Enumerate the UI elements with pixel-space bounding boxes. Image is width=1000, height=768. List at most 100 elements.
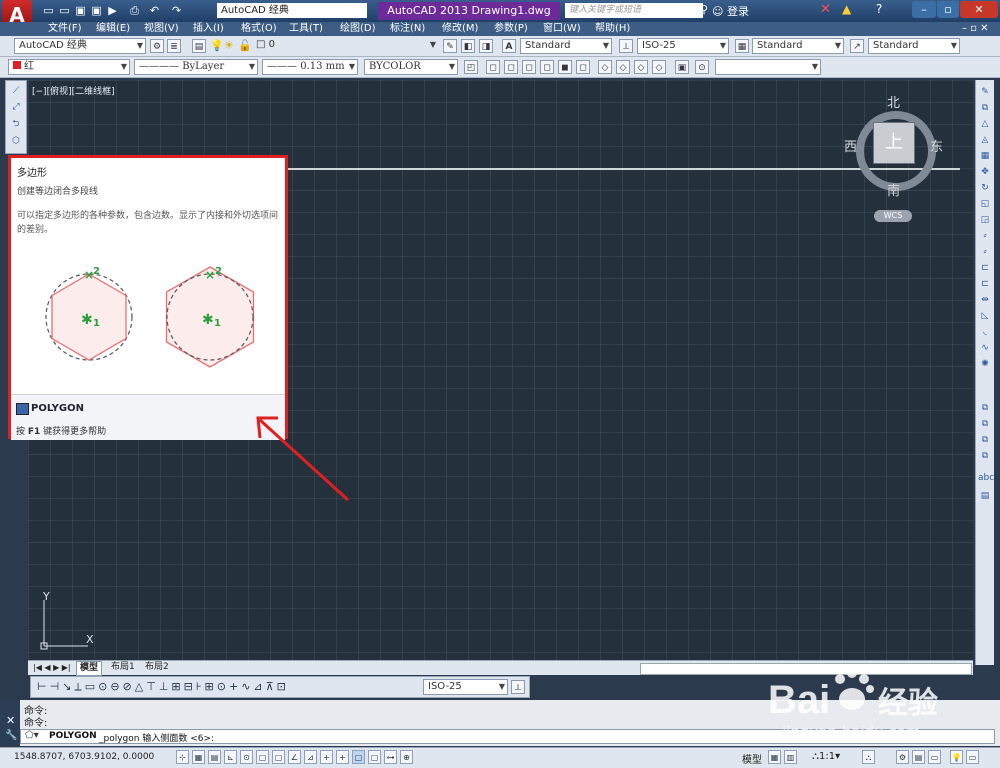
mirror-icon[interactable]: △ — [978, 118, 992, 131]
menu-parametric[interactable]: 参数(P) — [494, 22, 528, 36]
erase-icon[interactable]: ✎ — [978, 86, 992, 99]
table-style-icon[interactable]: ▦ — [735, 39, 749, 53]
dyn-toggle[interactable]: + — [320, 750, 333, 764]
menu-window[interactable]: 窗口(W) — [543, 22, 581, 36]
undo-icon[interactable]: ↶ — [148, 4, 161, 17]
chamfer-icon[interactable]: ◺ — [978, 310, 992, 323]
grid-toggle[interactable]: ▤ — [208, 750, 221, 764]
move-icon[interactable]: ✥ — [978, 166, 992, 179]
viewcube-south[interactable]: 南 — [887, 180, 900, 199]
hatch-back-icon[interactable]: ▤ — [978, 490, 992, 503]
layer-select[interactable]: □ 0 ▼ — [252, 38, 438, 54]
binoculars-icon[interactable]: ⚲ — [700, 3, 708, 16]
iso-se-icon[interactable]: ◇ — [616, 60, 630, 74]
extend-icon[interactable]: ⸗ — [978, 246, 992, 259]
dim-style-select-bottom[interactable]: ISO-25 ▼ — [423, 679, 508, 695]
workspace-select[interactable]: AutoCAD 经典 ▼ — [14, 38, 146, 54]
polygon-icon[interactable]: ⬡ — [9, 135, 23, 148]
named-view-select[interactable]: ▼ — [715, 59, 821, 75]
line-icon[interactable]: ⟋ — [9, 85, 23, 98]
iso-sw-icon[interactable]: ◇ — [598, 60, 612, 74]
quick-view-drawings-icon[interactable]: ▥ — [784, 750, 797, 764]
close-button[interactable]: ✕ — [960, 1, 998, 18]
new-icon[interactable]: ▭ — [42, 4, 55, 17]
doc-window-controls[interactable]: – ▫ ✕ — [962, 22, 989, 36]
ortho-toggle[interactable]: ⊾ — [224, 750, 237, 764]
trim-icon[interactable]: ⸗ — [978, 230, 992, 243]
qp-toggle[interactable]: ▢ — [368, 750, 381, 764]
view-right-icon[interactable]: ◻ — [540, 60, 554, 74]
rotate-icon[interactable]: ↻ — [978, 182, 992, 195]
break-point-icon[interactable]: ⊏ — [978, 262, 992, 275]
model-space-button[interactable]: 模型 — [742, 751, 762, 766]
text-front-icon[interactable]: abc — [978, 472, 994, 485]
offset-icon[interactable]: ◬ — [978, 134, 992, 147]
am-toggle[interactable]: ⊕ — [400, 750, 413, 764]
draworder-above-icon[interactable]: ⧉ — [978, 434, 992, 447]
hardware-accel-icon[interactable]: ▭ — [928, 750, 941, 764]
viewport-controls-label[interactable]: [−][俯视][二维线框] — [32, 84, 115, 97]
quick-view-layouts-icon[interactable]: ▦ — [768, 750, 781, 764]
fillet-icon[interactable]: ◟ — [978, 326, 992, 339]
coordinate-readout[interactable]: 1548.8707, 6703.9102, 0.0000 — [14, 752, 154, 762]
menu-tools[interactable]: 工具(T) — [289, 22, 323, 36]
menu-edit[interactable]: 编辑(E) — [96, 22, 130, 36]
print-icon[interactable]: ⎙ — [128, 4, 141, 17]
exchange-icon[interactable]: ✕ — [820, 2, 831, 17]
view-top-icon[interactable]: ◼ — [558, 60, 572, 74]
linetype-select[interactable]: ———— ByLayer ▼ — [134, 59, 258, 75]
workspace-switch-icon[interactable]: ⚙ — [896, 750, 909, 764]
menu-file[interactable]: 文件(F) — [48, 22, 82, 36]
dim-style-icon[interactable]: ⟂ — [619, 39, 633, 53]
viewcube-top-face[interactable]: 上 — [873, 122, 915, 164]
lineweight-select[interactable]: ——— 0.13 mm ▼ — [262, 59, 358, 75]
table-style-select[interactable]: Standard ▼ — [752, 38, 844, 54]
command-window-handle[interactable]: ✕ 🔧 — [0, 700, 20, 746]
tpy-toggle[interactable]: ▢ — [352, 750, 365, 764]
array-icon[interactable]: ▦ — [978, 150, 992, 163]
workspace-settings-icon[interactable]: ⚙ — [150, 39, 164, 53]
otrack-toggle[interactable]: ∠ — [288, 750, 301, 764]
osnap-toggle[interactable]: ▢ — [256, 750, 269, 764]
search-input[interactable]: 键入关键字或短语 — [565, 3, 703, 18]
isolate-objects-icon[interactable]: 💡 — [950, 750, 963, 764]
bulb-icon[interactable]: 💡 — [210, 39, 224, 52]
dim-style-manager-icon[interactable]: ⟂ — [511, 680, 525, 694]
close-icon[interactable]: ✕ — [6, 714, 15, 727]
zoom-icon[interactable]: ⊙ — [695, 60, 709, 74]
menu-dimension[interactable]: 标注(N) — [390, 22, 425, 36]
redo-icon[interactable]: ↷ — [170, 4, 183, 17]
draworder-front-icon[interactable]: ⧉ — [978, 402, 992, 415]
sun-icon[interactable]: ☀ — [224, 39, 234, 52]
lwt-toggle[interactable]: + — [336, 750, 349, 764]
view-front-icon[interactable]: ◻ — [486, 60, 500, 74]
view-bottom-icon[interactable]: ◻ — [576, 60, 590, 74]
workspace-mini-select[interactable]: AutoCAD 经典 — [217, 3, 367, 18]
join-icon[interactable]: ⇹ — [978, 294, 992, 307]
ducs-toggle[interactable]: ⊿ — [304, 750, 317, 764]
menu-modify[interactable]: 修改(M) — [442, 22, 478, 36]
view-back-icon[interactable]: ◻ — [504, 60, 518, 74]
clean-screen-icon[interactable]: ▭ — [966, 750, 979, 764]
view-left-icon[interactable]: ◻ — [522, 60, 536, 74]
iso-ne-icon[interactable]: ◇ — [634, 60, 648, 74]
menu-view[interactable]: 视图(V) — [144, 22, 179, 36]
dimension-tools-icons[interactable]: ⊢⊣↘⟂▭⊙⊖⊘△⊤⊥⊞⊟⊦⊞⊙+∿⊿⊼⊡ — [37, 680, 289, 694]
viewcube-north[interactable]: 北 — [887, 92, 900, 111]
draworder-under-icon[interactable]: ⧉ — [978, 450, 992, 463]
tab-nav-arrows[interactable]: |◀ ◀ ▶ ▶| — [30, 661, 74, 674]
stretch-icon[interactable]: ◲ — [978, 214, 992, 227]
annotation-scale[interactable]: ⛬1:1▾ — [812, 751, 840, 762]
menu-draw[interactable]: 绘图(D) — [340, 22, 376, 36]
camera-icon[interactable]: ▣ — [675, 60, 689, 74]
maximize-button[interactable]: ▫ — [937, 1, 959, 18]
save-icon[interactable]: ▣ — [74, 4, 87, 17]
viewcube-west[interactable]: 西 — [844, 136, 857, 155]
menu-insert[interactable]: 插入(I) — [193, 22, 224, 36]
break-icon[interactable]: ⊏ — [978, 278, 992, 291]
menu-help[interactable]: 帮助(H) — [595, 22, 630, 36]
multileader-style-select[interactable]: Standard ▼ — [868, 38, 960, 54]
blend-icon[interactable]: ∿ — [978, 342, 992, 355]
copy-icon[interactable]: ⧉ — [978, 102, 992, 115]
iso-nw-icon[interactable]: ◇ — [652, 60, 666, 74]
